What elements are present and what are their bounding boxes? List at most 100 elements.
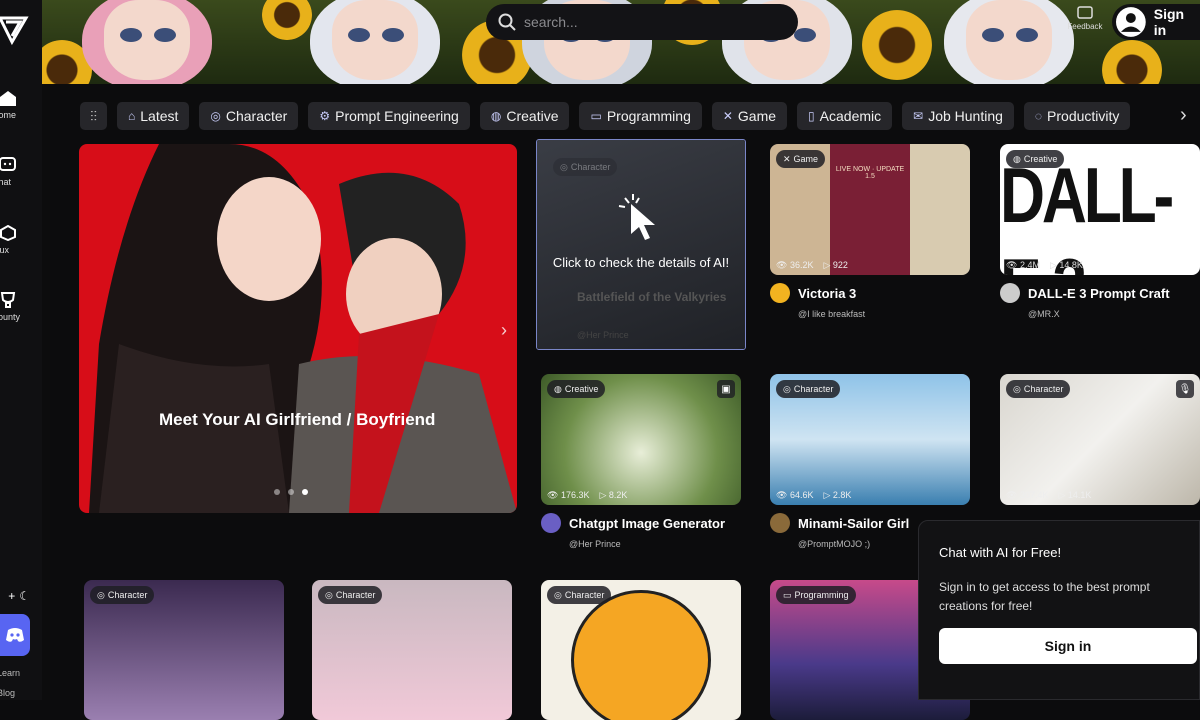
card-badge: ◍ Creative [547, 380, 606, 398]
feedback-icon [1077, 6, 1093, 19]
prompt-card[interactable]: ◍ Creative ▣ 👁 176.3K ▷ 8.2K Chatgpt Image… [541, 374, 741, 549]
mail-icon: ✉ [913, 109, 924, 123]
logo-icon[interactable] [0, 8, 30, 48]
carousel-dots [274, 489, 308, 495]
tab-programming[interactable]: ▭ Programming [579, 102, 702, 130]
tab-productivity[interactable]: ◌ Productivity [1023, 102, 1131, 130]
character-icon: ◎ [554, 589, 562, 600]
tab-academic[interactable]: ▯ Academic [797, 102, 893, 130]
sidebar-item-home[interactable]: Home [0, 90, 42, 120]
plays-count: ▷ 8.2K [599, 490, 628, 500]
prompt-card[interactable]: ◎ Character 🎙 👁 307.4K ▷ 14.1K [1000, 374, 1200, 505]
card-thumbnail: ◎ Character [312, 580, 512, 720]
badge-label: Character [1023, 384, 1064, 394]
chat-icon [0, 157, 16, 171]
carousel-next-icon[interactable]: › [501, 320, 507, 341]
sidebar-item-flux[interactable]: Flux [0, 225, 42, 255]
character-icon: ◎ [97, 589, 105, 600]
prompt-card[interactable]: LIVE NOW · UPDATE 1.5 ✕ Game 👁 36.2K ▷ 922… [770, 144, 970, 319]
prompt-card[interactable]: ◎ Character [312, 580, 512, 720]
badge-label: Character [564, 590, 605, 600]
carousel-dot-active[interactable] [302, 489, 308, 495]
character-icon: ◎ [560, 161, 568, 172]
hero-title: Meet Your AI Girlfriend / Boyfriend [159, 410, 436, 429]
sidebar: Home Chat Flux Bounty + ☾ Learn Blog [0, 0, 42, 700]
sidebar-link-learn[interactable]: Learn [0, 668, 20, 678]
gamepad-icon: ✕ [783, 153, 791, 164]
views-count: 👁 307.4K [1006, 490, 1049, 500]
character-icon: ◎ [1013, 383, 1021, 394]
feedback-button[interactable]: Feedback [1064, 6, 1106, 38]
tab-creative[interactable]: ◍ Creative [479, 102, 570, 130]
tab-latest[interactable]: ⌂ Latest [117, 102, 190, 130]
card-author: @MR.X [1028, 309, 1060, 319]
tab-label: Character [225, 108, 288, 124]
sliders-icon: ⫶⫶ [90, 107, 97, 124]
sun-icon[interactable]: + [8, 589, 15, 603]
palette-icon: ◍ [490, 109, 502, 123]
hero-carousel[interactable]: Meet Your AI Girlfriend / Boyfriend › [79, 144, 517, 513]
tab-job-hunting[interactable]: ✉ Job Hunting [902, 102, 1014, 130]
prompt-card[interactable]: ◎ Character [541, 580, 741, 720]
banner-character [82, 0, 212, 84]
sidebar-item-chat[interactable]: Chat [0, 157, 42, 187]
card-thumbnail: LIVE NOW · UPDATE 1.5 ✕ Game 👁 36.2K ▷ 922 [770, 144, 970, 275]
plays-count: ▷ 14.8K [1049, 260, 1083, 270]
tab-character[interactable]: ◎ Character [199, 102, 299, 130]
card-thumbnail: DALL-E 3 ◍Creative 👁 2.4M ▷ 14.8K [1000, 144, 1200, 275]
card-thumbnail: ◎ Character 👁 64.6K ▷ 2.8K [770, 374, 970, 505]
sign-in-button[interactable]: Sign in [1112, 4, 1200, 40]
thumb-text: DALL-E 3 [1000, 151, 1174, 275]
card-badge: ▭ Programming [776, 586, 856, 604]
discord-button[interactable] [0, 614, 30, 656]
plays-count: ▷ 14.1K [1058, 490, 1092, 500]
card-badge: ◎ Character [318, 586, 383, 604]
search-bar[interactable]: search... [486, 4, 798, 40]
sidebar-label: Flux [0, 245, 10, 255]
card-thumbnail: ◍ Creative ▣ 👁 176.3K ▷ 8.2K [541, 374, 741, 505]
card-badge: ◎ Character [1006, 380, 1071, 398]
bulb-icon: ◌ [1034, 109, 1043, 123]
badge-label: Character [793, 384, 834, 394]
user-icon [1116, 7, 1146, 37]
card-author: @I like breakfast [798, 309, 866, 319]
moon-icon[interactable]: ☾ [19, 589, 30, 603]
badge-label: Creative [564, 384, 599, 394]
sidebar-item-bounty[interactable]: Bounty [0, 292, 42, 322]
sidebar-link-blog[interactable]: Blog [0, 688, 15, 698]
sign-in-popup: Chat with AI for Free! Sign in to get ac… [918, 520, 1200, 700]
popup-title: Chat with AI for Free! [939, 545, 1062, 560]
card-title: Victoria 3 [798, 285, 857, 301]
views-count: 👁 64.6K [776, 490, 814, 500]
carousel-dot[interactable] [274, 489, 280, 495]
badge-label: Character [570, 162, 611, 172]
filter-button[interactable]: ⫶⫶ [80, 102, 107, 130]
card-hover-overlay[interactable]: ◎ Character Click to check the details of… [536, 139, 746, 350]
card-badge: ✕ Game [776, 150, 826, 168]
views-count: 👁 176.3K [547, 490, 590, 500]
image-icon: ▣ [717, 380, 735, 398]
carousel-dot[interactable] [288, 489, 294, 495]
badge-label: Character [335, 590, 376, 600]
home-icon [0, 91, 16, 106]
popup-sign-in-button[interactable]: Sign in [939, 628, 1197, 664]
sunflower-decoration [262, 0, 312, 40]
card-badge: ◍ Creative [1006, 150, 1065, 168]
prompt-card[interactable]: ◎ Character [84, 580, 284, 720]
hover-message: Click to check the details of AI! [552, 255, 730, 270]
tab-prompt-engineering[interactable]: ⚙ Prompt Engineering [308, 102, 470, 130]
prompt-card[interactable]: DALL-E 3 ◍Creative 👁 2.4M ▷ 14.8K DALL-E … [1000, 144, 1200, 319]
card-badge: ◎ Character [547, 586, 612, 604]
avatar [770, 513, 790, 533]
search-placeholder: search... [524, 14, 578, 30]
chevron-right-icon[interactable]: › [1180, 104, 1187, 127]
banner-character [944, 0, 1074, 84]
home-icon: ⌂ [128, 109, 136, 123]
flux-icon [0, 225, 16, 241]
theme-toggle[interactable]: + ☾ [0, 585, 30, 607]
palette-icon: ◍ [1013, 153, 1021, 164]
microphone-icon: 🎙 [1176, 380, 1194, 398]
sidebar-label: Chat [0, 177, 12, 187]
tab-game[interactable]: ✕ Game [711, 102, 788, 130]
badge-label: Creative [1023, 154, 1058, 164]
